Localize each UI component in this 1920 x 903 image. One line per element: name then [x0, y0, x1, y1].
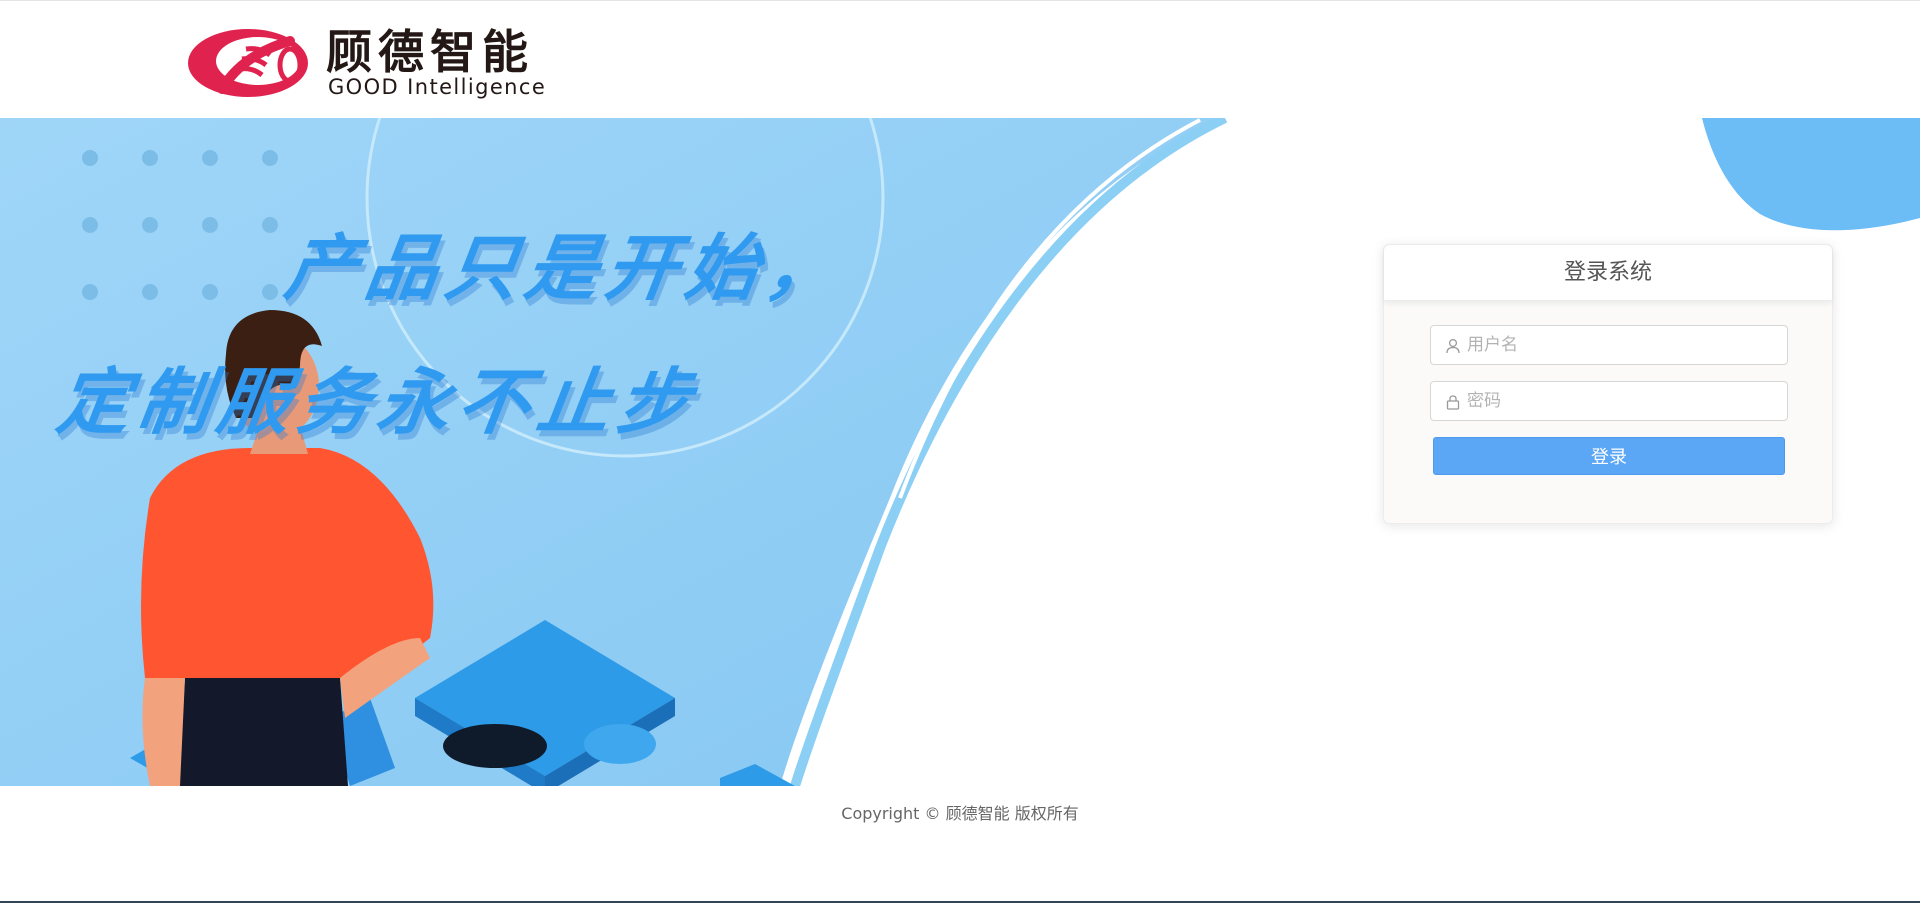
login-panel: 登录系统 登录: [1383, 244, 1833, 524]
company-logo: 顾德智能 GOOD Intelligence: [186, 25, 586, 101]
slogan-line-2: 定制服务永不止步: [52, 360, 704, 444]
slogan-line-1: 产品只是开始，: [280, 226, 852, 310]
username-field[interactable]: [1430, 325, 1788, 365]
lock-icon: [1446, 395, 1460, 410]
username-input[interactable]: [1467, 326, 1777, 364]
login-button[interactable]: 登录: [1433, 437, 1785, 475]
logo-chinese-text: 顾德智能: [326, 25, 534, 79]
user-icon: [1446, 338, 1460, 354]
login-page: 顾德智能 GOOD Intelligence 产品只是开始， 定制服务永不止步 …: [0, 0, 1920, 903]
copyright-text: Copyright © 顾德智能 版权所有: [841, 804, 1079, 823]
header: 顾德智能 GOOD Intelligence: [0, 0, 1920, 118]
logo-english-text: GOOD Intelligence: [328, 75, 547, 99]
footer: Copyright © 顾德智能 版权所有: [0, 786, 1920, 903]
password-input[interactable]: [1467, 382, 1777, 420]
password-field[interactable]: [1430, 381, 1788, 421]
logo-mark-icon: [188, 29, 308, 97]
login-title: 登录系统: [1384, 245, 1832, 301]
